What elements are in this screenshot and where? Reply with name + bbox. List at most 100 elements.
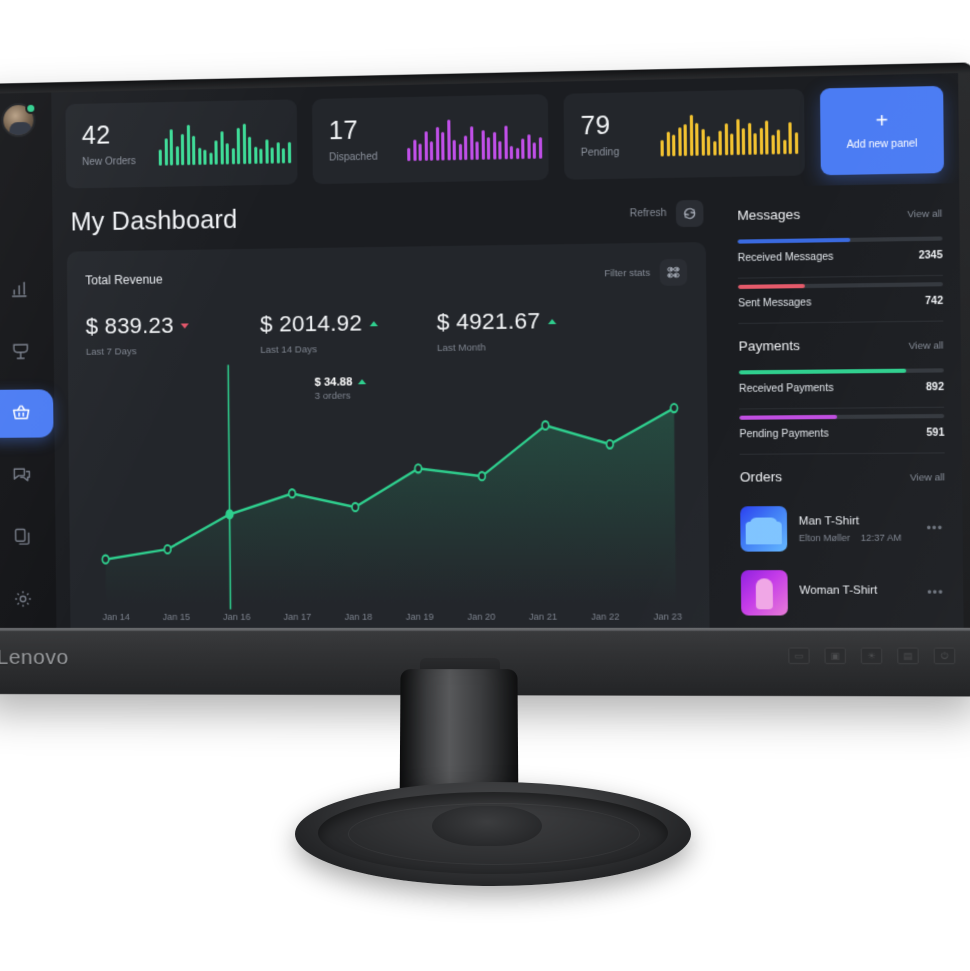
sidebar-nav <box>0 265 56 624</box>
payments-section: Payments View all Received Payments 892 … <box>738 328 945 461</box>
menu-icon[interactable]: ▤ <box>897 647 919 665</box>
stat-text: 17 Dispached <box>328 116 393 163</box>
payments-header: Payments View all <box>738 328 943 366</box>
filter-stats-control[interactable]: Filter stats <box>604 258 688 287</box>
x-tick-label: Jan 18 <box>344 611 373 622</box>
progress-track <box>737 236 943 244</box>
x-tick-label: Jan 19 <box>405 611 434 622</box>
gear-icon <box>13 588 33 611</box>
stat-value: 17 <box>328 116 359 146</box>
revenue-value: $ 839.23 <box>86 311 261 339</box>
avatar[interactable] <box>1 102 37 138</box>
input-icon[interactable]: ▭ <box>788 647 810 665</box>
chart-x-axis: Jan 14 Jan 15 Jan 16 Jan 17 Jan 18 Jan 19 Jan … <box>88 611 690 628</box>
revenue-figures: $ 839.23 Last 7 Days $ 2014.92 Last 14 D… <box>86 306 688 358</box>
stat-card-dispatched[interactable]: 17 Dispached <box>312 94 549 185</box>
messages-view-all[interactable]: View all <box>907 208 942 220</box>
revenue-amount: $ 2014.92 <box>259 310 363 337</box>
dashboard-app: 42 New Orders 17 Dispached 79 Pending + … <box>0 73 964 629</box>
stat-value: 42 <box>81 121 111 151</box>
row-count: 742 <box>925 295 944 308</box>
refresh-icon[interactable] <box>675 199 704 227</box>
monitor-osd-controls: ▭ ▣ ☀ ▤ ⏻ <box>788 647 956 665</box>
chart-point[interactable] <box>479 472 486 480</box>
revenue-amount: $ 4921.67 <box>436 307 541 335</box>
row-count: 2345 <box>918 249 943 262</box>
documents-icon <box>12 526 32 549</box>
left-sidebar <box>0 92 57 629</box>
sidebar-item-analytics[interactable] <box>0 265 53 314</box>
revenue-figure-7days: $ 839.23 Last 7 Days <box>86 311 261 358</box>
order-menu-icon[interactable]: ••• <box>926 521 945 536</box>
revenue-line-chart[interactable]: $ 34.88 3 orders <box>86 357 690 611</box>
stat-card-pending[interactable]: 79 Pending <box>563 88 805 180</box>
revenue-period: Last 14 Days <box>260 344 318 356</box>
list-item[interactable]: Man T-Shirt Elton Møller 12:37 AM ••• <box>740 496 946 561</box>
monitor-screen: 42 New Orders 17 Dispached 79 Pending + … <box>0 73 964 629</box>
top-stats-row: 42 New Orders 17 Dispached 79 Pending + … <box>51 73 959 199</box>
stand-base-ring <box>348 803 640 865</box>
row-label: Received Payments <box>738 382 834 396</box>
add-new-panel-button[interactable]: + Add new panel <box>819 85 945 176</box>
order-info: Man T-Shirt Elton Møller 12:37 AM <box>799 514 915 543</box>
orders-view-all[interactable]: View all <box>910 472 945 484</box>
chart-point[interactable] <box>226 510 233 518</box>
progress-fill <box>739 414 838 420</box>
sidebar-item-orders[interactable] <box>0 389 54 438</box>
display-icon[interactable]: ▣ <box>824 647 846 665</box>
divider <box>739 452 945 455</box>
trend-up-icon <box>547 318 557 324</box>
progress-track <box>737 282 943 289</box>
chat-icon <box>12 464 32 487</box>
x-tick-label: Jan 16 <box>222 611 251 622</box>
chart-point[interactable] <box>289 489 296 497</box>
chart-point[interactable] <box>352 503 359 511</box>
sidebar-item-settings[interactable] <box>0 576 56 624</box>
stat-card-new-orders[interactable]: 42 New Orders <box>65 99 298 189</box>
payments-row-pending[interactable]: Pending Payments 591 <box>739 410 944 450</box>
plus-icon: + <box>875 109 889 133</box>
progress-fill <box>737 283 806 289</box>
power-icon[interactable]: ⏻ <box>933 647 956 665</box>
refresh-label: Refresh <box>629 207 667 220</box>
messages-row-sent[interactable]: Sent Messages 742 <box>737 278 944 319</box>
sidebar-item-documents[interactable] <box>0 514 56 562</box>
list-item[interactable]: Woman T-Shirt ••• <box>740 560 947 624</box>
man-tshirt-thumb <box>740 506 788 552</box>
revenue-figure-month: $ 4921.67 Last Month <box>437 307 617 354</box>
chart-point[interactable] <box>415 464 422 472</box>
filter-stats-label: Filter stats <box>604 267 651 279</box>
x-tick-label: Jan 21 <box>528 611 558 622</box>
x-tick-label: Jan 20 <box>467 611 496 622</box>
stat-value: 79 <box>580 111 611 141</box>
chart-point[interactable] <box>102 555 109 563</box>
brightness-icon[interactable]: ☀ <box>860 647 883 665</box>
stat-text: 42 New Orders <box>81 121 145 168</box>
orders-header: Orders View all <box>740 460 945 497</box>
chart-point[interactable] <box>542 421 549 429</box>
revenue-period: Last Month <box>436 342 486 355</box>
revenue-value: $ 2014.92 <box>260 309 437 338</box>
divider <box>739 406 945 410</box>
stat-label: Pending <box>580 146 620 159</box>
sliders-icon[interactable] <box>659 258 688 286</box>
sidebar-item-location[interactable] <box>0 327 54 376</box>
order-menu-icon[interactable]: ••• <box>927 585 946 600</box>
chart-point[interactable] <box>606 440 613 448</box>
sparkline-dispatched <box>407 116 542 162</box>
messages-row-received[interactable]: Received Messages 2345 <box>737 232 943 273</box>
page-title: My Dashboard <box>70 205 238 237</box>
sparkline-new-orders <box>158 121 291 166</box>
payments-row-received[interactable]: Received Payments 892 <box>738 364 944 404</box>
chart-svg <box>86 357 690 611</box>
content-row: My Dashboard Refresh Total Revenue Filte… <box>52 183 964 628</box>
payments-view-all[interactable]: View all <box>909 340 944 352</box>
chart-point[interactable] <box>164 545 171 553</box>
row-meta: Received Messages 2345 <box>738 250 943 264</box>
refresh-control[interactable]: Refresh <box>630 199 704 227</box>
sidebar-item-messages[interactable] <box>0 451 55 499</box>
main-area: 42 New Orders 17 Dispached 79 Pending + … <box>51 73 964 628</box>
chart-point[interactable] <box>671 404 678 412</box>
order-meta: Elton Møller 12:37 AM <box>799 532 915 543</box>
x-tick-label: Jan 14 <box>102 611 130 622</box>
